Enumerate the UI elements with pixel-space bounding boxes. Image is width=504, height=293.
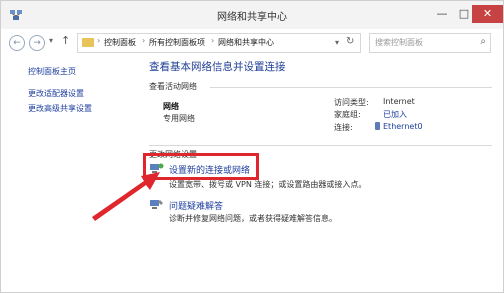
up-arrow-icon[interactable]: ↑ <box>61 34 70 47</box>
new-connection-description: 设置宽带、拨号或 VPN 连接；或设置路由器或接入点。 <box>169 180 367 189</box>
troubleshoot-link[interactable]: 问题疑难解答 <box>169 199 223 212</box>
access-type-label: 访问类型: <box>334 98 369 107</box>
connection-label: 连接: <box>334 123 353 132</box>
ethernet-connection-link[interactable]: Ethernet0 <box>383 122 423 131</box>
access-type-value: Internet <box>383 97 415 106</box>
navigation-bar: ← → ▾ ↑ › 控制面板 › 所有控制面板项 › 网络和共享中心 ▾ ↻ 搜… <box>1 30 503 56</box>
homegroup-label: 家庭组: <box>334 110 361 119</box>
search-placeholder: 搜索控制面板 <box>375 38 423 47</box>
network-name: 网络 <box>163 102 179 111</box>
breadcrumb-network-center[interactable]: 网络和共享中心 <box>218 37 274 48</box>
breadcrumb-separator-icon: › <box>211 36 215 45</box>
change-sharing-settings-link[interactable]: 更改高级共享设置 <box>28 103 92 114</box>
change-adapter-settings-link[interactable]: 更改适配器设置 <box>28 88 84 99</box>
search-box[interactable]: 搜索控制面板 ⌕ <box>369 33 491 53</box>
folder-icon <box>82 38 94 47</box>
control-panel-window: 网络和共享中心 — □ ✕ ← → ▾ ↑ › 控制面板 › 所有控制面板项 ›… <box>0 0 504 293</box>
section-divider <box>149 145 492 146</box>
title-bar[interactable]: 网络和共享中心 — □ ✕ <box>1 1 503 29</box>
recent-locations-chevron-icon[interactable]: ▾ <box>49 36 53 45</box>
troubleshoot-icon <box>150 200 163 209</box>
breadcrumb-control-panel[interactable]: 控制面板 <box>104 37 136 48</box>
active-networks-heading: 查看活动网络 <box>149 82 197 91</box>
search-icon[interactable]: ⌕ <box>480 36 486 47</box>
address-history-chevron-icon[interactable]: ▾ <box>335 38 339 47</box>
left-pane: 控制面板主页 更改适配器设置 更改高级共享设置 <box>1 57 138 292</box>
forward-arrow-icon[interactable]: → <box>29 35 45 51</box>
section-divider <box>210 87 492 88</box>
control-panel-home-link[interactable]: 控制面板主页 <box>28 66 76 77</box>
minimize-button[interactable]: — <box>431 5 453 23</box>
troubleshoot-description: 诊断并修复网络问题，或者获得疑难解答信息。 <box>169 214 337 223</box>
refresh-icon[interactable]: ↻ <box>346 36 354 47</box>
breadcrumb-all-items[interactable]: 所有控制面板项 <box>149 37 205 48</box>
window-title: 网络和共享中心 <box>217 12 287 23</box>
breadcrumb-separator-icon: › <box>142 36 146 45</box>
ethernet-icon <box>375 122 380 130</box>
back-arrow-icon[interactable]: ← <box>9 35 25 51</box>
address-bar[interactable]: › 控制面板 › 所有控制面板项 › 网络和共享中心 ▾ ↻ <box>77 33 361 53</box>
annotation-highlight-box <box>143 153 259 180</box>
breadcrumb-separator-icon: › <box>97 36 101 45</box>
close-button[interactable]: ✕ <box>472 5 503 23</box>
page-title: 查看基本网络信息并设置连接 <box>149 61 286 73</box>
network-type: 专用网络 <box>163 114 195 123</box>
homegroup-link[interactable]: 已加入 <box>383 109 407 120</box>
